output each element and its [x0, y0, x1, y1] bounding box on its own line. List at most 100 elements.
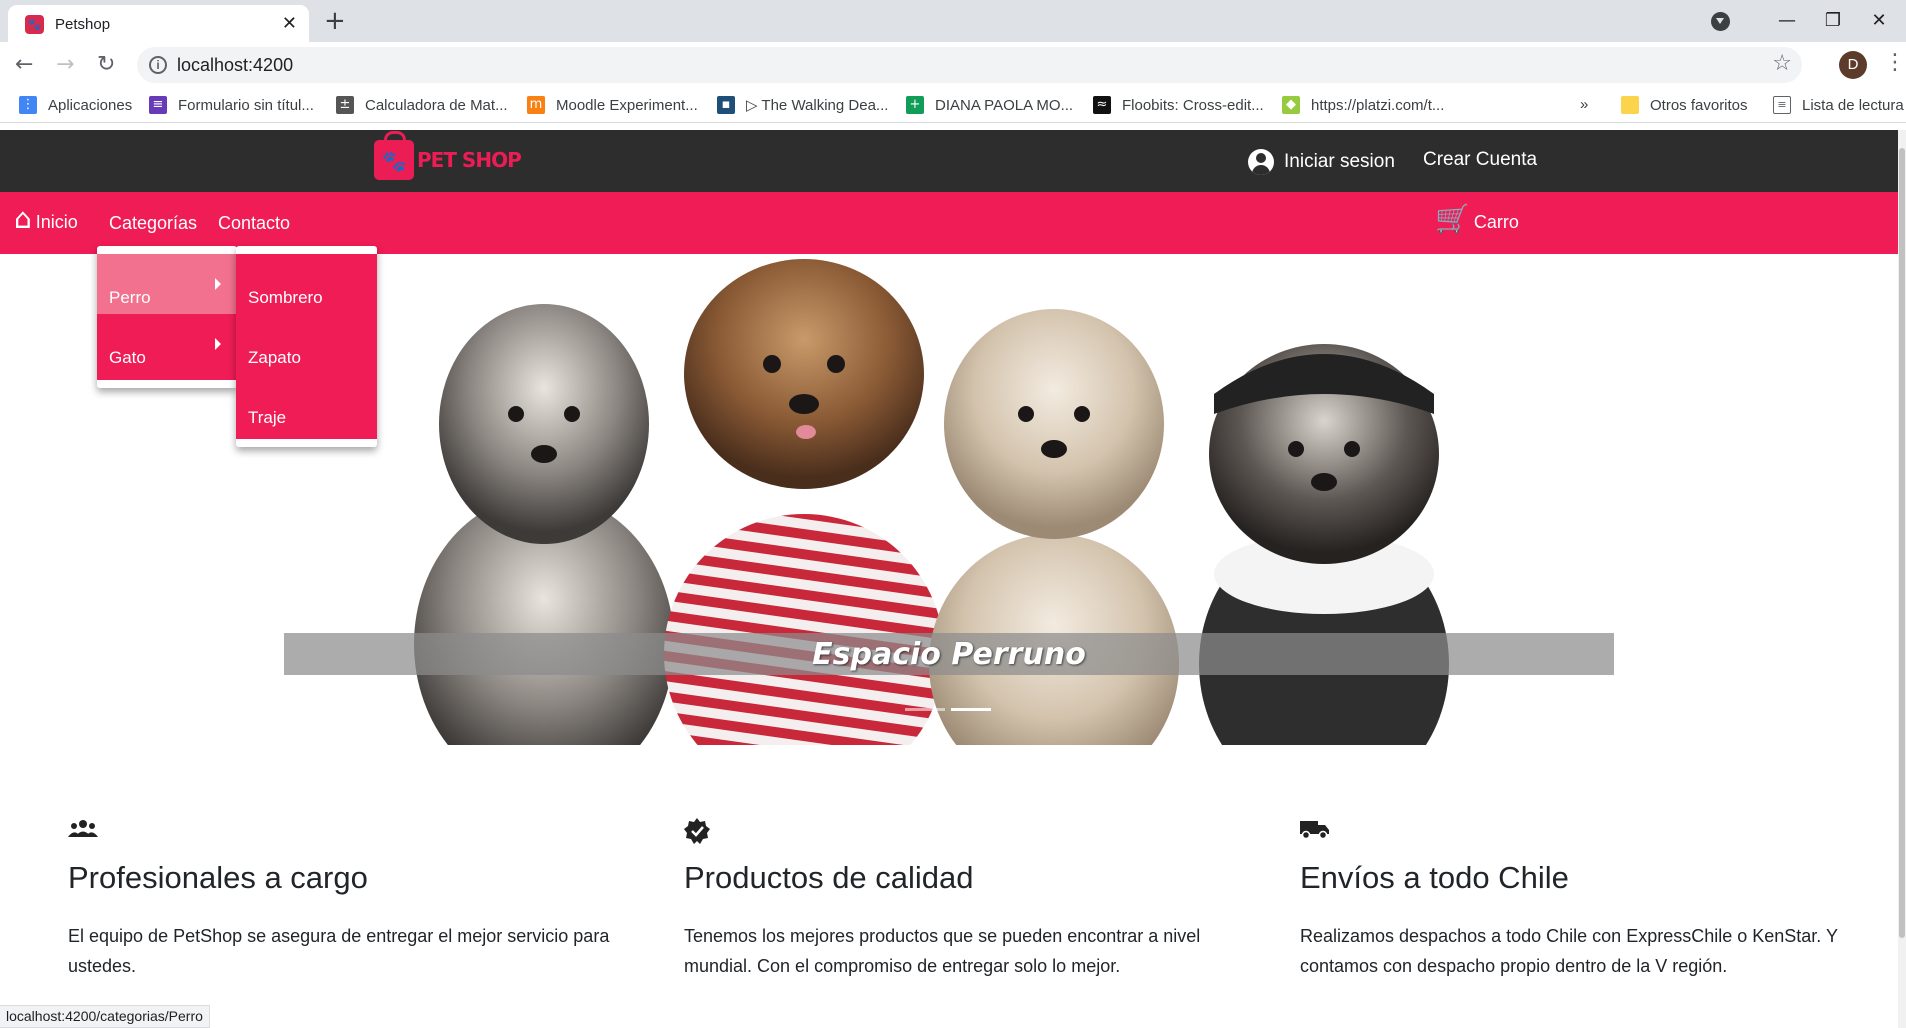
nav-contact[interactable]: Contacto: [218, 213, 290, 234]
reload-icon[interactable]: ↻: [97, 52, 115, 77]
petshop-favicon-icon: 🐾: [25, 15, 44, 34]
tab-title: Petshop: [55, 16, 111, 33]
feature-text: Tenemos los mejores productos que se pue…: [684, 926, 1201, 976]
feature-quality: Productos de calidad Tenemos los mejores…: [684, 818, 1254, 981]
address-bar[interactable]: i localhost:4200 ☆: [137, 47, 1802, 83]
submenu-arrow-icon: [215, 338, 221, 350]
carousel-caption: Espacio Perruno: [812, 637, 1086, 672]
feature-text: El equipo de PetShop se asegura de entre…: [68, 926, 610, 976]
bookmarks-bar: ⋮ Aplicaciones ≡ Formulario sin títul...…: [0, 88, 1906, 123]
bookmark-platzi[interactable]: ◆ https://platzi.com/t...: [1282, 96, 1444, 114]
site-header: 🐾 PET SHOP Iniciar sesion Crear Cuenta: [0, 130, 1898, 192]
page-scrollbar[interactable]: [1898, 130, 1906, 1028]
nav-cart-label: Carro: [1473, 212, 1519, 232]
browser-toolbar: ← → ↻ i localhost:4200 ☆ D ⋮: [0, 42, 1906, 88]
browser-tab[interactable]: 🐾 Petshop ✕: [8, 5, 309, 42]
menu-item-sombrero[interactable]: Sombrero: [236, 254, 377, 314]
bookmark-diana[interactable]: + DIANA PAOLA MO...: [906, 96, 1073, 114]
truck-icon: [1300, 818, 1870, 842]
bookmark-label: Moodle Experiment...: [556, 96, 698, 114]
menu-item-label: Perro: [109, 288, 151, 307]
moodle-icon: m: [527, 96, 545, 114]
profile-avatar[interactable]: D: [1839, 51, 1867, 79]
reading-list-icon: ≡: [1773, 96, 1791, 114]
sheets-icon: +: [906, 96, 924, 114]
nav-cart[interactable]: 🛒 Carro: [1435, 205, 1519, 233]
status-bar-url: localhost:4200/categorias/Perro: [0, 1005, 210, 1028]
carousel-indicator-1[interactable]: [905, 708, 945, 711]
bookmark-floobits[interactable]: ≈ Floobits: Cross-edit...: [1093, 96, 1264, 114]
forward-arrow-icon[interactable]: →: [56, 52, 74, 77]
nav-categories-label: Categorías: [109, 213, 198, 233]
bookmark-label: Floobits: Cross-edit...: [1122, 96, 1264, 114]
feature-text: Realizamos despachos a todo Chile con Ex…: [1300, 926, 1838, 976]
nav-home-label: Inicio: [35, 212, 78, 232]
menu-item-label: Sombrero: [248, 288, 323, 307]
bookmark-star-icon[interactable]: ☆: [1772, 51, 1792, 76]
register-link[interactable]: Crear Cuenta: [1423, 149, 1537, 171]
bookmarks-overflow-button[interactable]: »: [1580, 96, 1588, 113]
account-circle-icon: [1248, 149, 1274, 175]
site-info-icon[interactable]: i: [149, 56, 167, 74]
nav-categories[interactable]: Categorías: [109, 213, 197, 234]
petshop-logo[interactable]: 🐾 PET SHOP: [374, 131, 522, 184]
login-label: Iniciar sesion: [1284, 151, 1395, 172]
restore-button[interactable]: ❐: [1810, 6, 1856, 36]
main-navbar: ⌂ Inicio Categorías Contacto 🛒 Carro: [0, 192, 1898, 254]
tab-close-icon[interactable]: ✕: [282, 13, 297, 34]
menu-item-traje[interactable]: Traje: [236, 374, 377, 434]
nav-home[interactable]: ⌂ Inicio: [14, 205, 78, 233]
verified-badge-icon: [684, 818, 1254, 844]
forms-icon: ≡: [149, 96, 167, 114]
bookmark-walking-dead[interactable]: ▪ ▷ The Walking Dea...: [717, 96, 888, 114]
bookmark-aplicaciones[interactable]: ⋮ Aplicaciones: [19, 96, 132, 114]
feature-title: Envíos a todo Chile: [1300, 860, 1569, 895]
nav-contact-label: Contacto: [218, 213, 291, 233]
page: 🐾 Petshop ✕ + — ❐ ✕ ← → ↻ i localhost:42…: [0, 0, 1906, 1028]
feature-title: Profesionales a cargo: [68, 860, 368, 895]
bookmark-label: Calculadora de Mat...: [365, 96, 508, 114]
bookmark-label: Lista de lectura: [1802, 96, 1904, 114]
folder-icon: [1621, 96, 1639, 114]
carousel-indicator-2[interactable]: [951, 708, 991, 711]
shopping-cart-icon: 🛒: [1435, 202, 1470, 235]
categories-menu: Perro Gato: [97, 246, 237, 388]
tab-search-icon[interactable]: [1711, 12, 1730, 31]
bookmark-otros-favoritos[interactable]: Otros favoritos: [1621, 96, 1748, 114]
menu-item-perro[interactable]: Perro: [97, 254, 237, 314]
browser-tabstrip: 🐾 Petshop ✕ + — ❐ ✕: [0, 0, 1906, 42]
logo-text: PET SHOP: [417, 148, 522, 172]
platzi-icon: ◆: [1282, 96, 1300, 114]
url-text[interactable]: localhost:4200: [177, 55, 293, 76]
bookmark-label: DIANA PAOLA MO...: [935, 96, 1074, 114]
menu-item-label: Gato: [109, 348, 146, 367]
close-window-button[interactable]: ✕: [1856, 6, 1902, 36]
feature-title: Productos de calidad: [684, 860, 974, 895]
apps-grid-icon: ⋮: [19, 96, 37, 114]
shopping-bag-paw-icon: 🐾: [374, 131, 414, 180]
subcategory-menu: Sombrero Zapato Traje: [236, 246, 377, 447]
browser-menu-icon[interactable]: ⋮: [1884, 50, 1906, 75]
feature-professionals: Profesionales a cargo El equipo de PetSh…: [68, 818, 638, 981]
bookmark-label: Aplicaciones: [48, 96, 133, 114]
bookmark-calculadora[interactable]: ± Calculadora de Mat...: [336, 96, 508, 114]
scrollbar-thumb[interactable]: [1899, 148, 1905, 938]
menu-item-label: Traje: [248, 408, 287, 427]
menu-item-label: Zapato: [248, 348, 301, 367]
submenu-arrow-icon: [215, 278, 221, 290]
menu-item-gato[interactable]: Gato: [97, 314, 237, 374]
bookmark-label: https://platzi.com/t...: [1311, 96, 1445, 114]
login-link[interactable]: Iniciar sesion: [1248, 149, 1395, 175]
calculator-icon: ±: [336, 96, 354, 114]
minimize-button[interactable]: —: [1764, 6, 1810, 36]
new-tab-button[interactable]: +: [324, 6, 346, 36]
menu-item-zapato[interactable]: Zapato: [236, 314, 377, 374]
bookmark-formulario[interactable]: ≡ Formulario sin títul...: [149, 96, 314, 114]
hero-carousel[interactable]: Espacio Perruno: [284, 254, 1614, 745]
back-arrow-icon[interactable]: ←: [15, 52, 33, 77]
floobits-icon: ≈: [1093, 96, 1111, 114]
bookmark-moodle[interactable]: m Moodle Experiment...: [527, 96, 698, 114]
people-icon: [68, 818, 638, 842]
bookmark-label: Otros favoritos: [1650, 96, 1748, 114]
reading-list-button[interactable]: ≡ Lista de lectura: [1773, 96, 1904, 114]
